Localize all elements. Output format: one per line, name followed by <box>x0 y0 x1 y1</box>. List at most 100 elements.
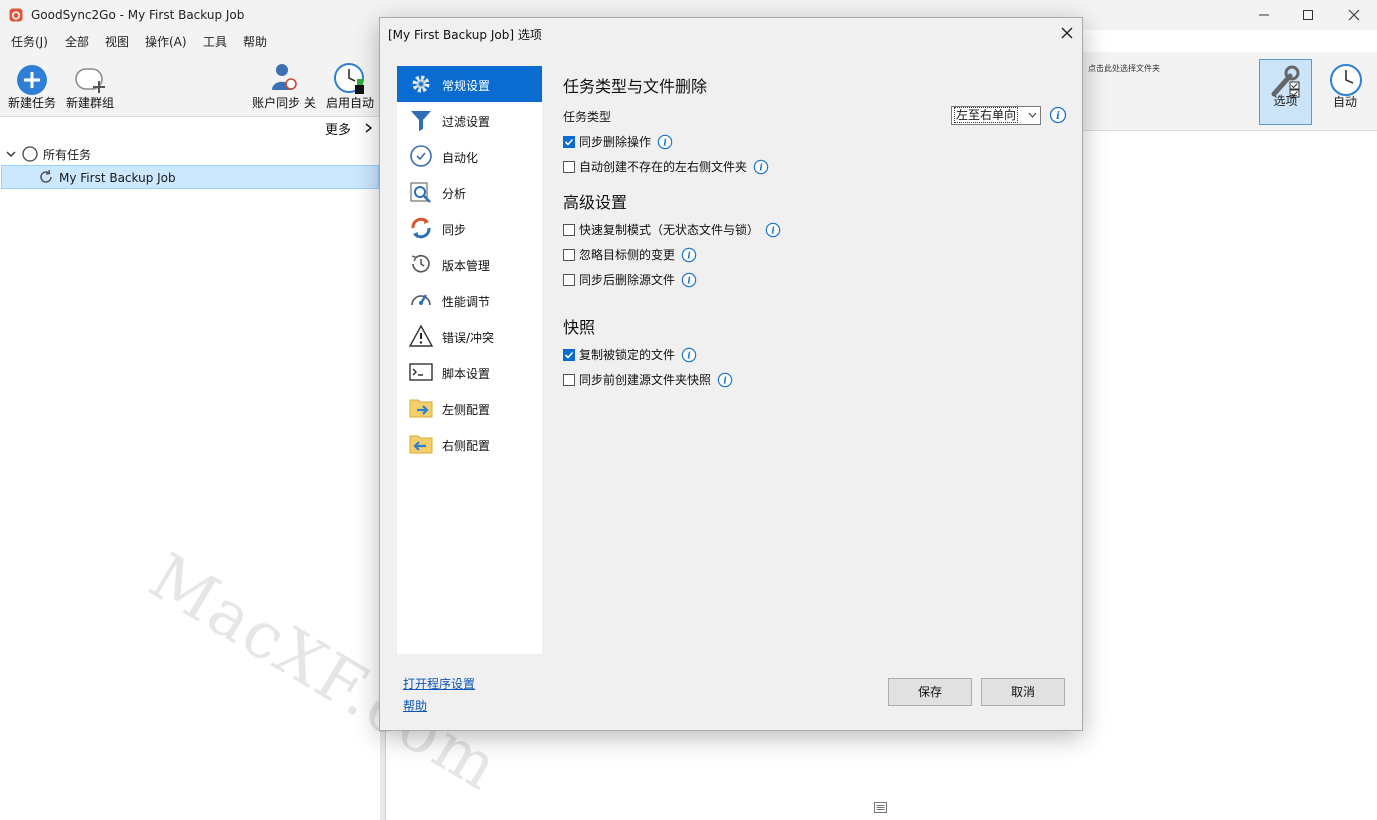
option-create-snapshot[interactable]: 同步前创建源文件夹快照 i <box>563 371 733 388</box>
cancel-button[interactable]: 取消 <box>981 678 1065 706</box>
checkbox[interactable] <box>563 160 575 173</box>
gear-icon <box>412 75 430 93</box>
menu-all[interactable]: 全部 <box>65 33 89 50</box>
options-dialog: [My First Backup Job] 选项 常规设置 过滤设置 自动化 分… <box>379 17 1083 731</box>
nav-item-left-config[interactable]: 左侧配置 <box>397 390 542 426</box>
account-sync-button[interactable]: 账户同步 关 <box>249 52 319 116</box>
options-label: 选项 <box>1273 94 1298 108</box>
help-link[interactable]: 帮助 <box>403 697 427 714</box>
dialog-close-button[interactable] <box>1058 24 1076 42</box>
checkbox[interactable] <box>563 223 575 236</box>
options-nav: 常规设置 过滤设置 自动化 分析 同步 版本管理 性能调节 错误/冲突 脚本设置… <box>397 66 542 654</box>
option-label: 同步前创建源文件夹快照 <box>579 373 712 387</box>
nav-label-left-config: 左侧配置 <box>442 403 491 417</box>
nav-item-scripts[interactable]: 脚本设置 <box>397 354 542 390</box>
nav-item-sync[interactable]: 同步 <box>397 210 542 246</box>
nav-item-right-config[interactable]: 右侧配置 <box>397 426 542 462</box>
list-icon[interactable] <box>874 802 887 813</box>
option-delete-source-after-sync[interactable]: 同步后删除源文件 i <box>563 271 697 288</box>
option-autocreate-folders[interactable]: 自动创建不存在的左右侧文件夹 i <box>563 158 769 175</box>
option-label: 复制被锁定的文件 <box>579 348 676 362</box>
menu-tools[interactable]: 工具 <box>203 33 227 50</box>
auto-button[interactable]: 自动 <box>1321 59 1369 125</box>
nav-item-analyze[interactable]: 分析 <box>397 174 542 210</box>
checkbox[interactable] <box>563 348 575 361</box>
new-group-button[interactable]: 新建群组 <box>62 52 118 116</box>
option-copy-locked-files[interactable]: 复制被锁定的文件 i <box>563 346 697 363</box>
more-button[interactable]: 更多 <box>325 119 373 138</box>
info-icon[interactable]: i <box>657 134 673 150</box>
menu-actions[interactable]: 操作(A) <box>145 33 187 50</box>
toolbar: 新建任务 新建群组 账户同步 关 启用自动 <box>0 52 380 117</box>
options-button[interactable]: 选项 <box>1259 59 1312 125</box>
sync-icon <box>411 217 431 239</box>
account-sync-label: 账户同步 关 <box>252 96 316 110</box>
job-type-label: 任务类型 <box>563 110 612 124</box>
info-icon[interactable]: i <box>681 247 697 263</box>
svg-text:i: i <box>759 163 762 173</box>
option-ignore-destination-changes[interactable]: 忽略目标侧的变更 i <box>563 246 697 263</box>
menu-view[interactable]: 视图 <box>105 33 129 50</box>
option-propagate-deletions[interactable]: 同步删除操作 i <box>563 133 673 150</box>
tree-job-label: My First Backup Job <box>59 171 176 185</box>
tree-root-label: 所有任务 <box>43 147 92 162</box>
checkbox[interactable] <box>563 248 575 261</box>
history-icon <box>411 254 430 273</box>
nav-label-scripts: 脚本设置 <box>442 367 491 381</box>
chevron-down-icon[interactable] <box>5 148 17 160</box>
chevron-right-icon <box>365 123 373 133</box>
add-icon <box>17 65 47 95</box>
nav-item-filters[interactable]: 过滤设置 <box>397 102 542 138</box>
program-options-link[interactable]: 打开程序设置 <box>403 675 475 692</box>
checkbox[interactable] <box>563 135 575 148</box>
svg-text:i: i <box>723 376 726 386</box>
option-label: 同步删除操作 <box>579 135 652 149</box>
choose-folder-hint[interactable]: 点击此处选择文件夹 <box>1088 63 1160 74</box>
info-icon[interactable]: i <box>1049 106 1067 124</box>
info-icon[interactable]: i <box>681 272 697 288</box>
option-fast-copy[interactable]: 快速复制模式（无状态文件与锁） i <box>563 221 781 238</box>
nav-label-errors: 错误/冲突 <box>442 331 495 345</box>
menu-job[interactable]: 任务(J) <box>11 33 48 50</box>
checkmark-icon <box>564 138 574 146</box>
info-icon[interactable]: i <box>717 372 733 388</box>
tree-all-jobs[interactable]: 所有任务 <box>5 145 91 163</box>
checkbox[interactable] <box>563 273 575 286</box>
auto-label: 自动 <box>1332 95 1357 109</box>
checkmark-icon <box>564 351 574 359</box>
close-window-button[interactable] <box>1331 0 1377 30</box>
nav-item-automation[interactable]: 自动化 <box>397 138 542 174</box>
section-title-job-type: 任务类型与文件删除 <box>563 77 708 96</box>
info-icon[interactable]: i <box>681 347 697 363</box>
nav-item-general[interactable]: 常规设置 <box>397 66 542 102</box>
clock-icon <box>1330 64 1362 96</box>
svg-text:i: i <box>687 276 690 286</box>
nav-item-errors[interactable]: 错误/冲突 <box>397 318 542 354</box>
warning-icon <box>409 324 433 347</box>
section-title-advanced: 高级设置 <box>563 193 628 212</box>
nav-label-versioning: 版本管理 <box>442 259 491 273</box>
nav-item-performance[interactable]: 性能调节 <box>397 282 542 318</box>
tree-item-job[interactable]: My First Backup Job <box>1 165 379 189</box>
enable-auto-button[interactable]: 启用自动 <box>322 52 378 116</box>
left-folder-icon <box>409 399 433 418</box>
nav-item-versioning[interactable]: 版本管理 <box>397 246 542 282</box>
new-job-button[interactable]: 新建任务 <box>4 52 60 116</box>
chevron-down-icon <box>1028 112 1037 118</box>
checkbox[interactable] <box>563 373 575 386</box>
job-type-value: 左至右单向 <box>954 107 1019 123</box>
info-icon[interactable]: i <box>753 159 769 175</box>
new-group-label: 新建群组 <box>65 96 114 110</box>
menu-help[interactable]: 帮助 <box>243 33 267 50</box>
auto-clock-icon <box>334 63 364 94</box>
job-type-select[interactable]: 左至右单向 <box>951 106 1041 125</box>
maximize-button[interactable] <box>1285 0 1331 30</box>
nav-label-automation: 自动化 <box>442 151 479 165</box>
save-button[interactable]: 保存 <box>888 678 972 706</box>
radio-circle-icon <box>22 146 38 162</box>
minimize-button[interactable] <box>1241 0 1287 30</box>
minimize-icon <box>1259 14 1269 16</box>
info-icon[interactable]: i <box>765 222 781 238</box>
nav-label-performance: 性能调节 <box>442 295 491 309</box>
gauge-icon <box>411 294 431 306</box>
